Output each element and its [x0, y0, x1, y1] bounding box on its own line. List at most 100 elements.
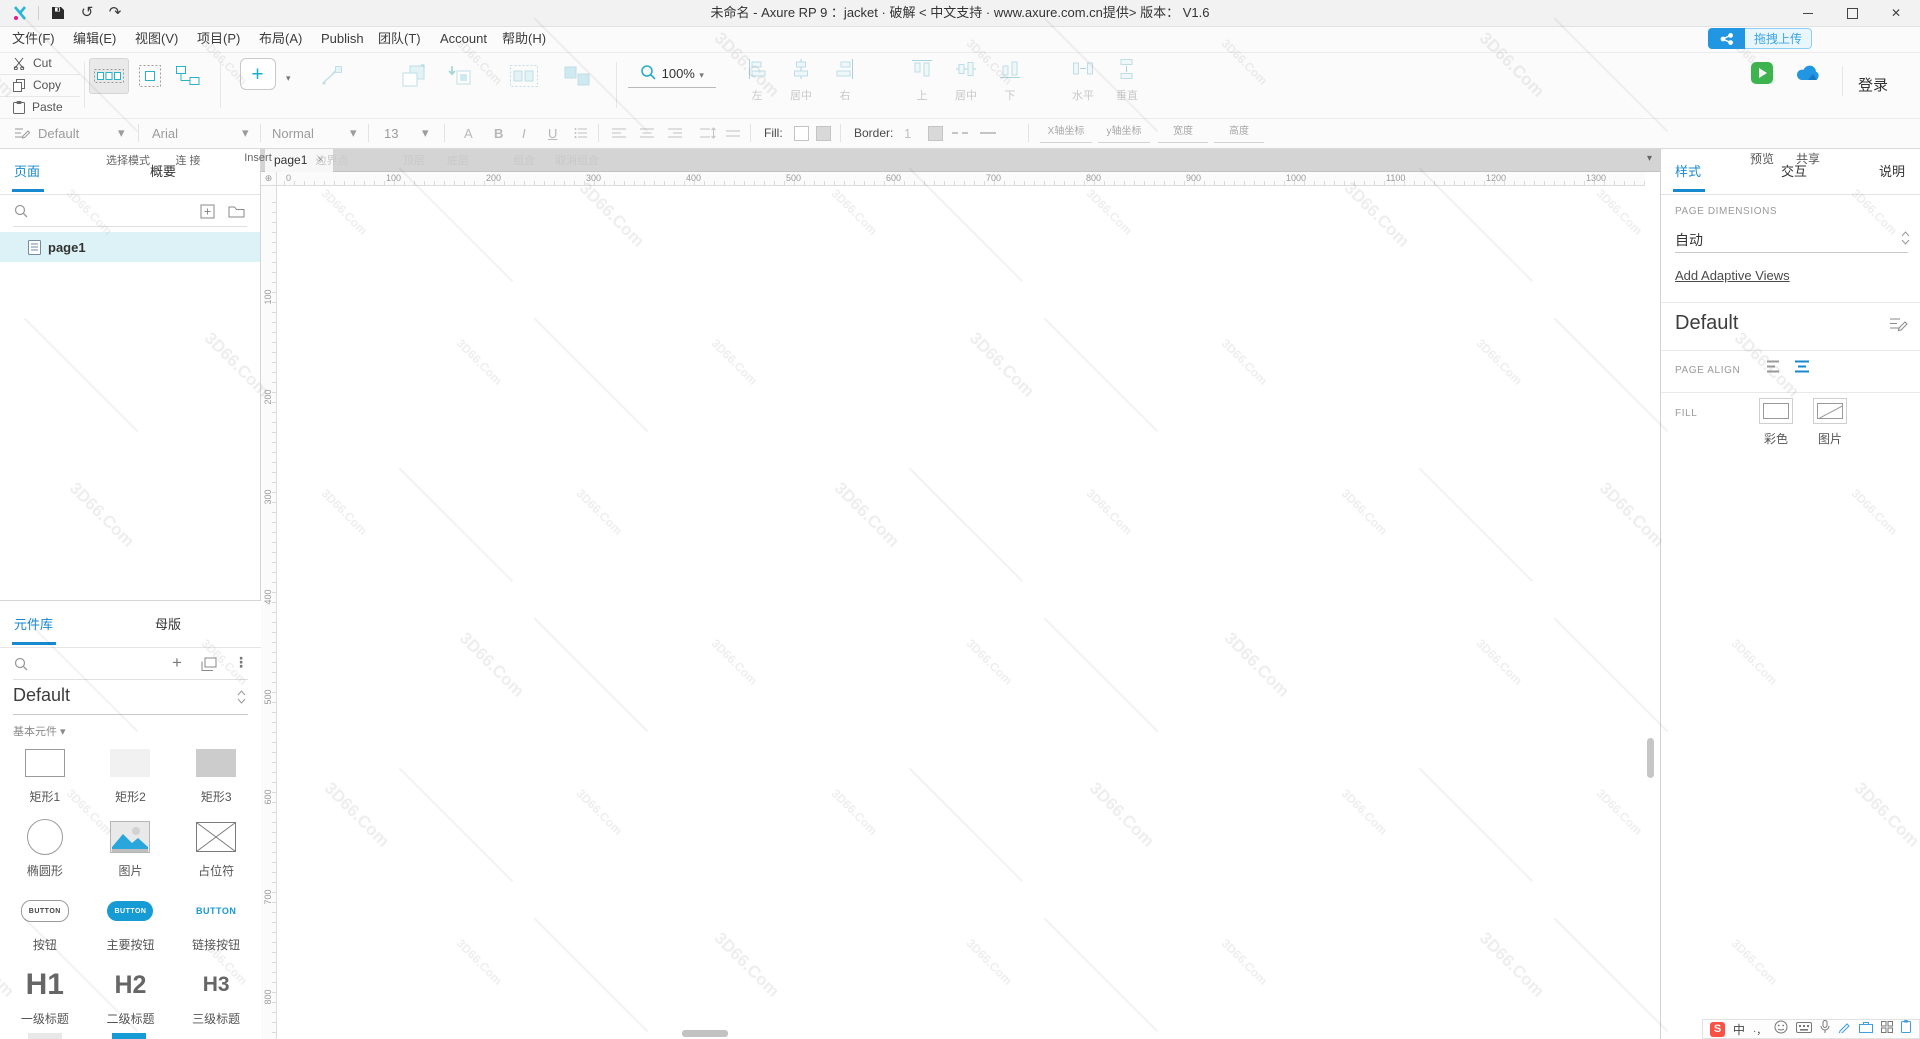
x-coordinate-field[interactable]: X轴坐标 [1040, 122, 1092, 143]
intersect-select-button[interactable] [89, 58, 129, 94]
bottom-layer-button[interactable] [441, 58, 475, 94]
handwriting-icon[interactable] [1838, 1020, 1851, 1038]
widget-placeholder[interactable]: 占位符 [173, 813, 259, 885]
library-select[interactable]: Default [13, 685, 248, 715]
widget-link-button[interactable]: BUTTON链接按钮 [173, 887, 259, 959]
border-dash-icon[interactable] [952, 118, 968, 148]
widget-ellipse[interactable]: 椭圆形 [2, 813, 88, 885]
tab-list-chevron-icon[interactable]: ▾ [1647, 153, 1652, 164]
align-center-button[interactable]: 居中 [779, 58, 823, 103]
login-button[interactable]: 登录 [1858, 74, 1888, 95]
share-cloud-icon[interactable] [1794, 62, 1822, 82]
text-color-button[interactable]: A [464, 118, 473, 148]
close-button[interactable]: ✕ [1874, 0, 1918, 26]
widget-h1[interactable]: H1一级标题 [2, 961, 88, 1033]
menu-team[interactable]: 团队(T) [372, 26, 427, 52]
group-button[interactable] [506, 58, 542, 94]
style-edit-icon[interactable] [14, 118, 30, 148]
italic-button[interactable]: I [522, 118, 526, 148]
tab-widget-library[interactable]: 元件库 [14, 614, 53, 633]
border-width-value[interactable]: 1 [904, 118, 911, 148]
chevron-down-icon[interactable]: ▾ [350, 118, 357, 148]
maximize-button[interactable] [1830, 0, 1874, 26]
stepper-icon[interactable] [237, 689, 246, 710]
contain-select-button[interactable] [133, 58, 167, 94]
chevron-down-icon[interactable]: ▾ [422, 118, 429, 148]
minimize-button[interactable] [1786, 0, 1830, 26]
add-library-icon[interactable]: + [172, 653, 182, 673]
design-canvas[interactable] [277, 186, 1660, 1039]
scrollbar-thumb[interactable] [1647, 738, 1654, 778]
top-layer-button[interactable] [397, 58, 431, 94]
page-dimensions-select[interactable]: 自动 [1675, 230, 1703, 250]
height-field[interactable]: 高度 [1214, 122, 1264, 143]
font-size-select[interactable]: 13 [384, 118, 398, 148]
cut-button[interactable]: Cut [0, 52, 80, 74]
menu-project[interactable]: 项目(P) [191, 26, 246, 52]
tab-style[interactable]: 样式 [1675, 161, 1701, 180]
menu-edit[interactable]: 编辑(E) [67, 26, 122, 52]
menu-layout[interactable]: 布局(A) [253, 26, 308, 52]
font-family-select[interactable]: Arial [152, 118, 178, 148]
horizontal-scrollbar-thumb[interactable] [682, 1030, 728, 1037]
page-tree-item[interactable]: page1 [0, 232, 260, 262]
more-menu-icon[interactable]: ⋮ [234, 654, 248, 671]
folder-icon[interactable] [228, 204, 245, 223]
vertical-scrollbar[interactable] [1646, 186, 1656, 1039]
tab-notes[interactable]: 说明 [1879, 161, 1905, 180]
chevron-down-icon[interactable]: ▾ [118, 118, 125, 148]
paste-button[interactable]: Paste [0, 96, 80, 118]
search-icon[interactable] [13, 656, 29, 677]
align-bottom-button[interactable]: 下 [988, 58, 1032, 103]
ungroup-button[interactable] [558, 58, 596, 94]
widget-rect3[interactable]: 矩形3 [173, 739, 259, 811]
align-right-button[interactable]: 右 [823, 58, 867, 103]
save-icon[interactable] [50, 4, 66, 22]
fill-color-button[interactable] [1759, 398, 1793, 424]
page-align-left-icon[interactable] [1766, 359, 1784, 379]
edit-style-icon[interactable] [1889, 316, 1908, 337]
align-left-button[interactable]: 左 [735, 58, 779, 103]
menu-help[interactable]: 帮助(H) [496, 26, 552, 52]
copy-button[interactable]: Copy [0, 74, 80, 96]
grid-icon[interactable] [1881, 1020, 1893, 1038]
chevron-down-icon[interactable]: ▾ [242, 118, 249, 148]
menu-view[interactable]: 视图(V) [129, 26, 184, 52]
fill-color-swatch[interactable] [794, 118, 809, 148]
connect-button[interactable] [170, 58, 206, 94]
font-weight-select[interactable]: Normal [272, 118, 314, 148]
add-page-icon[interactable] [200, 204, 215, 224]
search-icon[interactable] [13, 203, 29, 224]
stepper-icon[interactable] [1901, 230, 1910, 251]
menu-publish[interactable]: Publish [315, 26, 370, 52]
line-spacing-icon[interactable] [700, 118, 716, 148]
add-adaptive-views-link[interactable]: Add Adaptive Views [1675, 268, 1790, 283]
widget-rect2[interactable]: 矩形2 [88, 739, 174, 811]
zoom-dropdown-icon[interactable]: ▾ [699, 70, 704, 80]
widget-image[interactable]: 图片 [88, 813, 174, 885]
insert-dropdown-icon[interactable]: ▾ [286, 73, 291, 83]
bold-button[interactable]: B [494, 118, 503, 148]
fill-gray-swatch[interactable] [816, 118, 831, 148]
redo-icon[interactable]: ↷ [106, 4, 124, 22]
sogou-logo-icon[interactable]: S [1710, 1022, 1725, 1037]
widget-rect1[interactable]: 矩形1 [2, 739, 88, 811]
underline-button[interactable]: U [548, 118, 557, 148]
upload-pill[interactable]: 拖拽上传 [1708, 28, 1812, 49]
undo-icon[interactable]: ↺ [78, 4, 96, 22]
distribute-horizontal-button[interactable]: 水平 [1061, 58, 1105, 103]
widget-button[interactable]: BUTTON按钮 [2, 887, 88, 959]
tab-masters[interactable]: 母版 [155, 614, 181, 633]
emoji-icon[interactable] [1774, 1020, 1788, 1039]
align-text-center-icon[interactable] [640, 118, 655, 148]
align-text-right-icon[interactable] [668, 118, 683, 148]
distribute-vertical-button[interactable]: 垂直 [1105, 58, 1149, 103]
align-middle-button[interactable]: 居中 [944, 58, 988, 103]
ime-language-toggle[interactable]: 中 [1733, 1021, 1745, 1038]
toolbox-icon[interactable] [1859, 1020, 1873, 1038]
widget-primary-button[interactable]: BUTTON主要按钮 [88, 887, 174, 959]
widget-h2[interactable]: H2二级标题 [88, 961, 174, 1033]
widget-style-select[interactable]: Default [38, 118, 79, 148]
microphone-icon[interactable] [1820, 1020, 1830, 1039]
bullet-list-icon[interactable] [574, 118, 588, 148]
